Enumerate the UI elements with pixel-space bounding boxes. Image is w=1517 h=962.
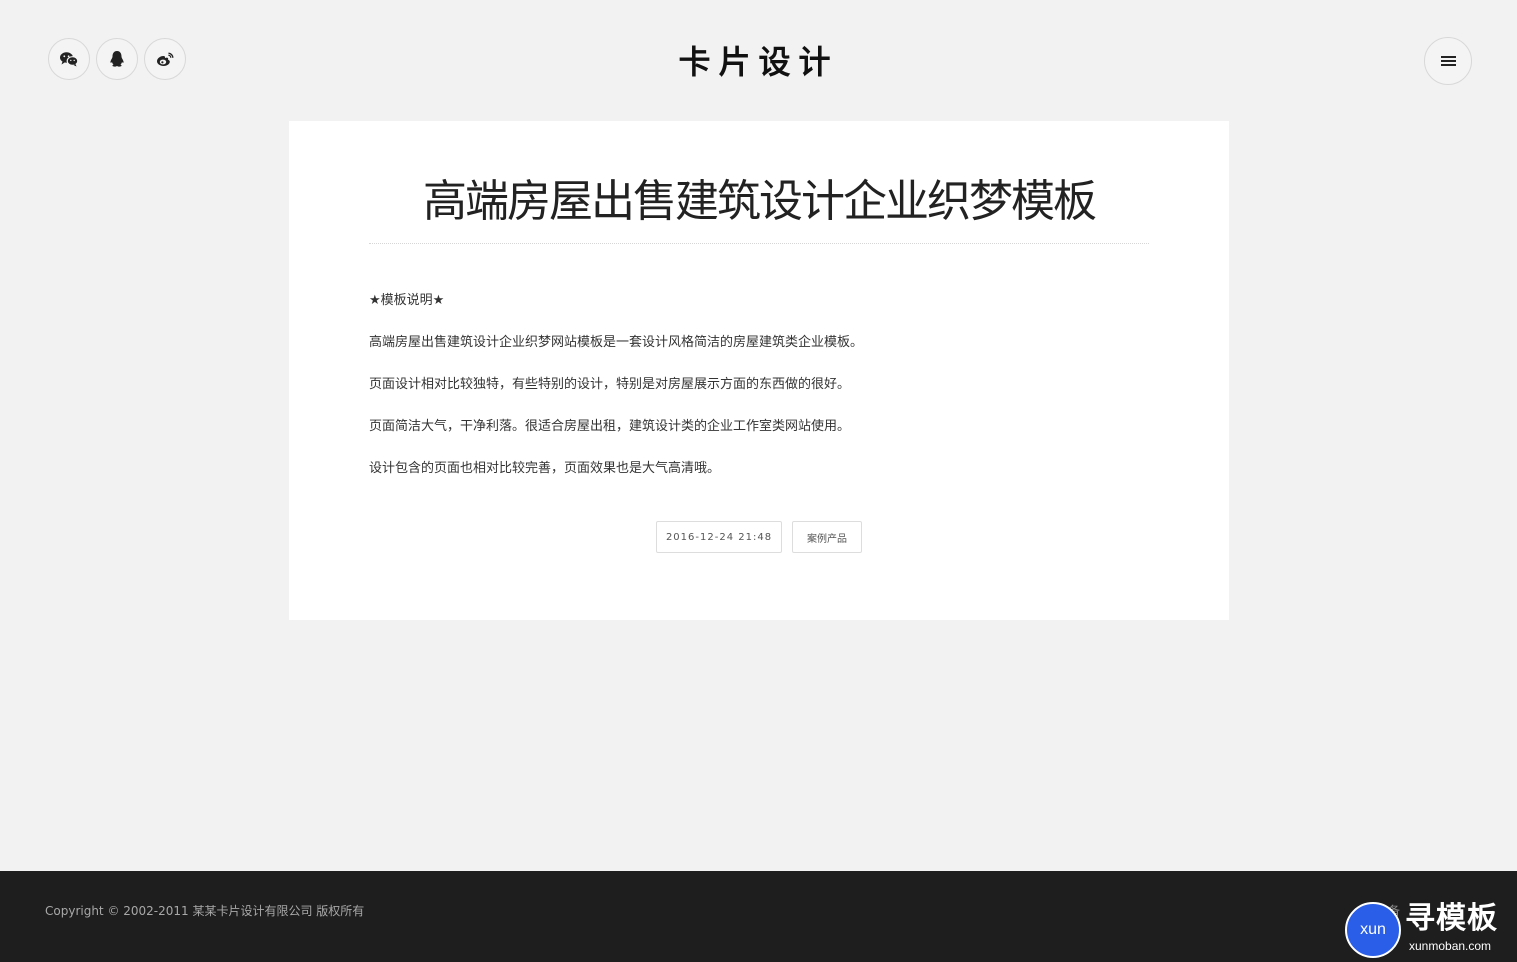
- menu-icon: [1440, 52, 1456, 71]
- article-paragraph: 高端房屋出售建筑设计企业织梦网站模板是一套设计风格简洁的房屋建筑类企业模板。: [369, 335, 864, 350]
- article-paragraph: 页面简洁大气，干净利落。很适合房屋出租，建筑设计类的企业工作室类网站使用。: [369, 419, 851, 434]
- article-title: 高端房屋出售建筑设计企业织梦模板: [423, 176, 1097, 227]
- site-header: 卡片设计: [0, 0, 1517, 120]
- watermark-circle: xun: [1345, 902, 1401, 958]
- article-body: ★模板说明★ 高端房屋出售建筑设计企业织梦网站模板是一套设计风格简洁的房屋建筑类…: [369, 291, 1149, 501]
- copyright-text: Copyright © 2002-2011 某某卡片设计有限公司 版权所有: [45, 904, 365, 918]
- menu-button[interactable]: [1424, 37, 1472, 85]
- article-paragraph: 页面设计相对比较独特，有些特别的设计，特别是对房屋展示方面的东西做的很好。: [369, 377, 851, 392]
- watermark-title: 寻模板: [1405, 901, 1498, 936]
- article-card: 高端房屋出售建筑设计企业织梦模板 ★模板说明★ 高端房屋出售建筑设计企业织梦网站…: [289, 121, 1229, 620]
- site-footer: Copyright © 2002-2011 某某卡片设计有限公司 版权所有 备: [0, 871, 1517, 962]
- watermark-url: xunmoban.com: [1409, 939, 1492, 953]
- article-paragraph: 设计包含的页面也相对比较完善，页面效果也是大气高清哦。: [369, 461, 721, 476]
- article-meta: 2016-12-24 21:48 案例产品: [289, 521, 1229, 553]
- site-logo[interactable]: 卡片设计: [0, 40, 1517, 84]
- watermark-logo: xun 寻模板 xunmoban.com: [1345, 900, 1517, 962]
- article-paragraph: ★模板说明★: [369, 293, 445, 308]
- title-divider: [369, 243, 1149, 244]
- category-tag[interactable]: 案例产品: [792, 521, 862, 553]
- publish-date-tag: 2016-12-24 21:48: [656, 521, 782, 553]
